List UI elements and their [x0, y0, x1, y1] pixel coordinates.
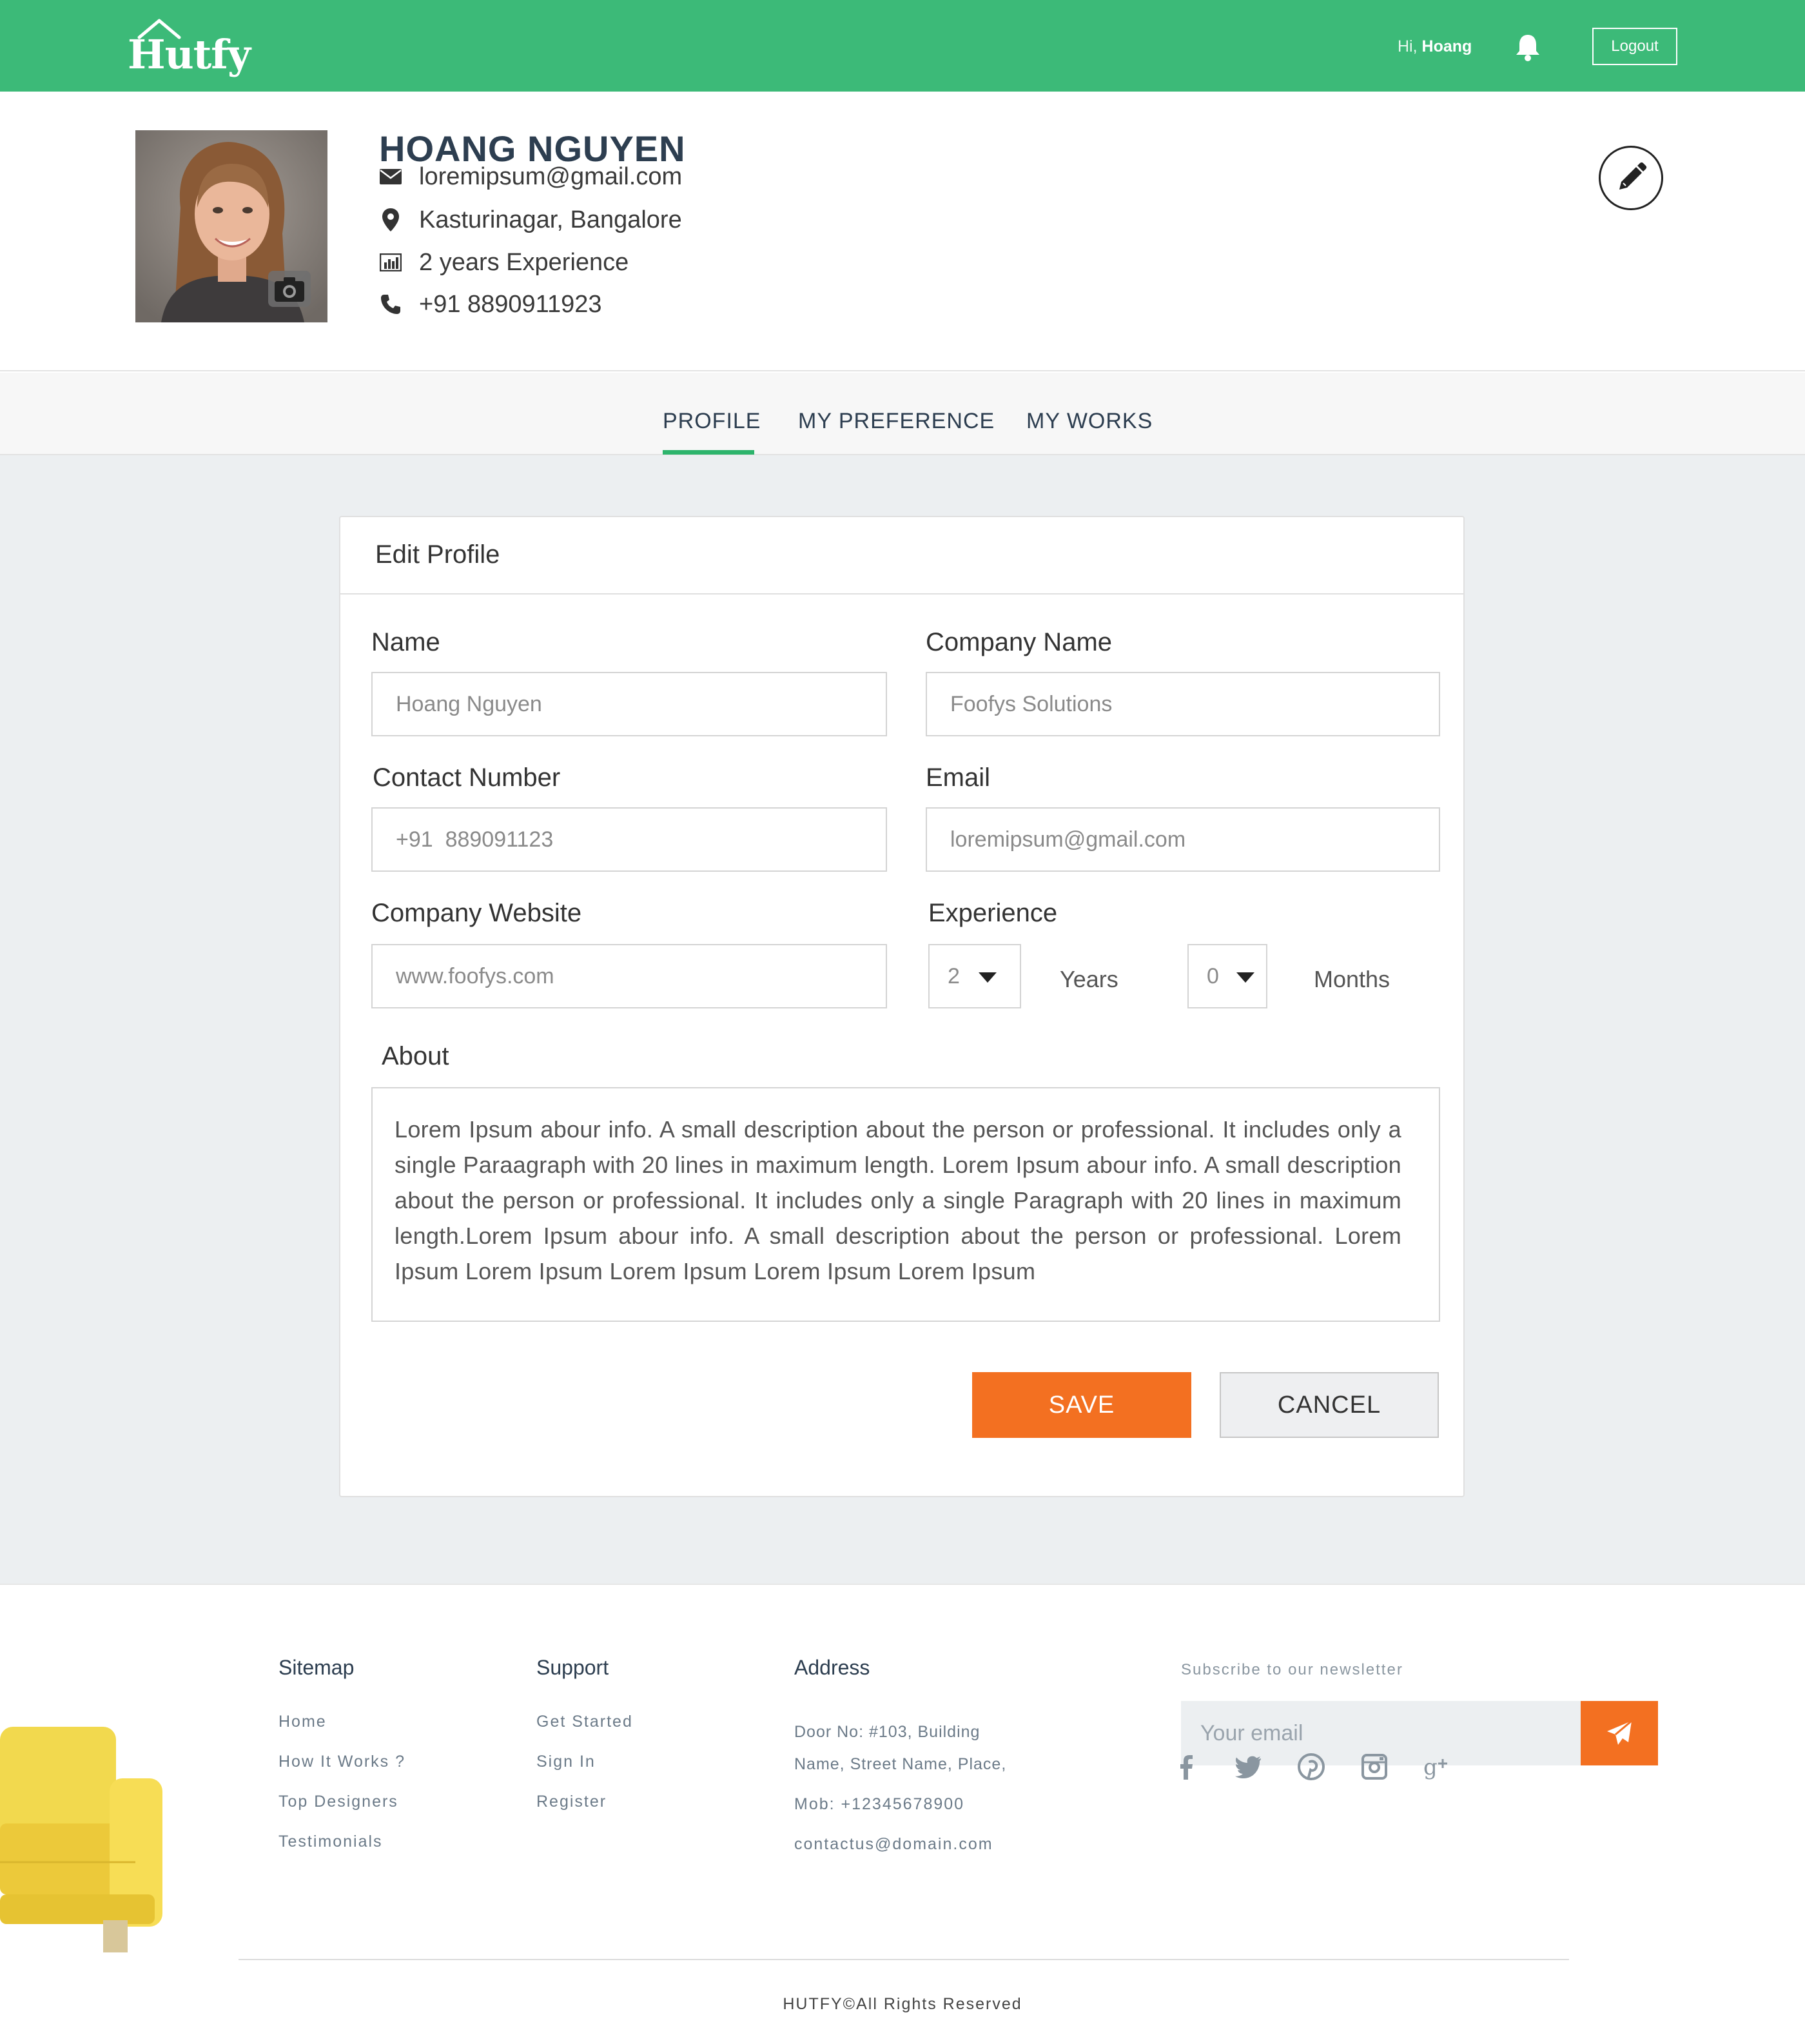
- profile-experience-row: 2 years Experience: [378, 246, 629, 279]
- tab-profile[interactable]: PROFILE: [663, 409, 761, 434]
- card-title: Edit Profile: [375, 540, 500, 569]
- active-tab-indicator: [663, 450, 754, 455]
- sitemap-heading: Sitemap: [278, 1656, 355, 1679]
- email-input[interactable]: [926, 807, 1440, 872]
- months-unit-label: Months: [1314, 966, 1390, 992]
- years-unit-label: Years: [1060, 966, 1118, 992]
- address-heading: Address: [794, 1656, 870, 1679]
- newsletter-send-button[interactable]: [1581, 1701, 1658, 1765]
- address-line-1: Door No: #103, Building: [794, 1723, 981, 1741]
- cancel-button[interactable]: CANCEL: [1220, 1372, 1439, 1438]
- google-plus-icon[interactable]: g: [1423, 1753, 1452, 1781]
- twitter-icon[interactable]: [1234, 1753, 1262, 1781]
- footer-link-register[interactable]: Register: [536, 1793, 607, 1811]
- greeting-username: Hoang: [1421, 37, 1472, 55]
- name-input[interactable]: [371, 672, 887, 736]
- logo-text: Hutfy: [128, 31, 251, 78]
- name-label: Name: [371, 628, 440, 656]
- top-navbar: Hutfy Hi, Hoang Logout: [0, 0, 1805, 92]
- footer-link-home[interactable]: Home: [278, 1713, 327, 1731]
- instagram-icon[interactable]: [1360, 1753, 1389, 1781]
- change-photo-camera-icon[interactable]: [268, 271, 311, 307]
- footer-link-get-started[interactable]: Get Started: [536, 1713, 633, 1731]
- company-website-input[interactable]: [371, 944, 887, 1008]
- footer-link-testimonials[interactable]: Testimonials: [278, 1833, 383, 1851]
- company-name-label: Company Name: [926, 628, 1113, 656]
- profile-phone-row: +91 8890911923: [378, 288, 602, 321]
- years-value: 2: [948, 963, 960, 988]
- support-heading: Support: [536, 1656, 609, 1679]
- svg-text:g: g: [1423, 1754, 1438, 1780]
- address-mobile: Mob: +12345678900: [794, 1795, 965, 1813]
- footer-link-how-it-works[interactable]: How It Works ?: [278, 1753, 405, 1771]
- pinterest-icon[interactable]: [1297, 1753, 1325, 1781]
- tab-my-preference[interactable]: MY PREFERENCE: [798, 409, 995, 434]
- map-pin-icon: [378, 207, 404, 233]
- profile-tabs: PROFILE MY PREFERENCE MY WORKS: [0, 373, 1805, 455]
- footer-divider: [239, 1959, 1569, 1960]
- yellow-armchair-image: [0, 1727, 162, 1952]
- profile-summary: HOANG NGUYEN loremipsum@gmail.com Kastur…: [0, 92, 1805, 371]
- phone-icon: [378, 291, 404, 317]
- profile-email: loremipsum@gmail.com: [419, 162, 683, 190]
- profile-phone: +91 8890911923: [419, 290, 602, 318]
- profile-experience: 2 years Experience: [419, 248, 629, 276]
- envelope-icon: [378, 164, 404, 190]
- copyright-text: HUTFY©All Rights Reserved: [783, 1995, 1022, 2013]
- paper-plane-icon: [1607, 1720, 1632, 1745]
- about-label: About: [382, 1042, 449, 1070]
- facebook-icon[interactable]: [1172, 1753, 1200, 1781]
- newsletter-heading: Subscribe to our newsletter: [1181, 1661, 1403, 1678]
- save-button[interactable]: SAVE: [972, 1372, 1191, 1438]
- edit-profile-card: Edit Profile Name Company Name Contact N…: [339, 516, 1465, 1497]
- email-label: Email: [926, 763, 991, 792]
- address-email-link[interactable]: contactus@domain.com: [794, 1835, 993, 1854]
- profile-location: Kasturinagar, Bangalore: [419, 206, 682, 233]
- experience-years-select[interactable]: 2: [928, 944, 1021, 1008]
- footer-link-sign-in[interactable]: Sign In: [536, 1753, 596, 1771]
- chevron-down-icon: [979, 972, 997, 983]
- profile-location-row: Kasturinagar, Bangalore: [378, 203, 682, 237]
- contact-number-input[interactable]: [371, 807, 887, 872]
- card-divider: [340, 593, 1463, 595]
- months-value: 0: [1207, 963, 1219, 988]
- contact-number-label: Contact Number: [373, 763, 561, 792]
- notification-bell-icon[interactable]: [1514, 32, 1542, 62]
- experience-label: Experience: [928, 899, 1058, 927]
- about-textarea[interactable]: Lorem Ipsum abour info. A small descript…: [371, 1087, 1440, 1322]
- bar-chart-icon: [378, 250, 404, 275]
- avatar: [135, 130, 327, 322]
- company-website-label: Company Website: [371, 899, 582, 927]
- tab-my-works[interactable]: MY WORKS: [1026, 409, 1153, 434]
- profile-email-row: loremipsum@gmail.com: [378, 160, 682, 193]
- company-name-input[interactable]: [926, 672, 1440, 736]
- user-greeting: Hi, Hoang: [1398, 37, 1472, 56]
- chevron-down-icon: [1236, 972, 1254, 983]
- footer-link-top-designers[interactable]: Top Designers: [278, 1793, 398, 1811]
- edit-profile-pencil-icon[interactable]: [1599, 146, 1663, 210]
- address-line-2: Name, Street Name, Place,: [794, 1755, 1007, 1773]
- hutfy-logo[interactable]: Hutfy: [128, 17, 251, 78]
- greeting-prefix: Hi,: [1398, 37, 1418, 55]
- logout-button[interactable]: Logout: [1592, 28, 1677, 65]
- site-footer: Sitemap Home How It Works ? Top Designer…: [0, 1584, 1805, 2044]
- experience-months-select[interactable]: 0: [1187, 944, 1267, 1008]
